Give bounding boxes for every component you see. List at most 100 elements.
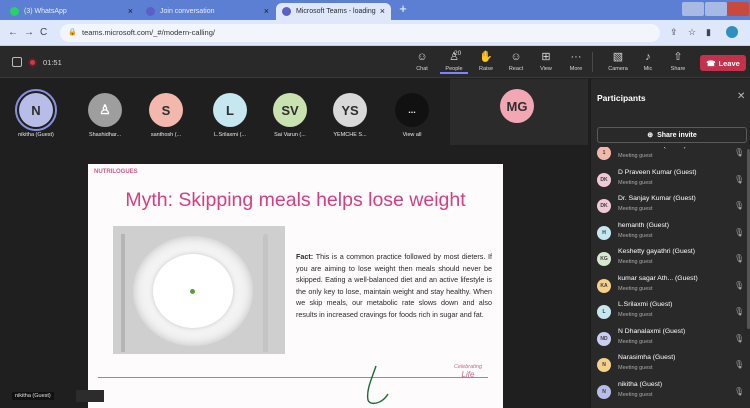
- people-button[interactable]: ♙ 20 People: [440, 50, 468, 74]
- share-button[interactable]: ⇧ Share: [664, 50, 692, 72]
- profile-avatar[interactable]: [726, 26, 738, 38]
- participant-row[interactable]: N Narasimha (Guest) Meeting guest 🎙: [591, 351, 750, 378]
- minimize-button[interactable]: [682, 2, 704, 16]
- presentation-slide: NUTRILOGUES Myth: Skipping meals helps l…: [88, 164, 503, 408]
- participant-list: 1 1.9032267260 (Guest) Meeting guest 🎙 DK D P…: [591, 147, 750, 408]
- participant-role: Meeting guest: [618, 206, 653, 212]
- shield-icon: [12, 57, 22, 67]
- url-field[interactable]: 🔒 teams.microsoft.com/_#/modern-calling/: [60, 24, 660, 42]
- participant-row[interactable]: DK D Praveen Kumar (Guest) Meeting guest 🎙: [591, 166, 750, 193]
- avatar: YS: [333, 93, 367, 127]
- participant-role: Meeting guest: [618, 153, 653, 159]
- browser-tab-teams[interactable]: Microsoft Teams - loading ×: [276, 3, 391, 20]
- chat-button[interactable]: ☺ Chat: [408, 50, 436, 72]
- participant-tile[interactable]: ♙ Shashidhar...: [80, 79, 130, 138]
- grid-icon: ⊞: [541, 51, 551, 63]
- participant-row[interactable]: KA kumar sagar Ath... (Guest) Meeting gues…: [591, 272, 750, 299]
- participant-tile[interactable]: N nikitha (Guest): [12, 79, 60, 138]
- view-all-label: View all: [402, 132, 422, 138]
- new-tab-button[interactable]: +: [396, 2, 410, 17]
- self-view-controls[interactable]: [76, 390, 104, 402]
- avatar: H: [597, 225, 611, 240]
- share-page-icon[interactable]: ⇪: [670, 27, 678, 38]
- participant-name: Keshetty gayathri (Guest): [618, 248, 696, 255]
- bookmark-star-icon[interactable]: ☆: [688, 27, 696, 38]
- participant-name: N Dhanalaxmi (Guest): [618, 327, 686, 335]
- close-icon[interactable]: ×: [380, 6, 385, 16]
- participant-row[interactable]: DK Dr. Sanjay Kumar (Guest) Meeting guest 🎙: [591, 192, 750, 219]
- slide-logo: NUTRILOGUES: [94, 169, 138, 175]
- participant-tile[interactable]: S santhosh (...: [140, 79, 192, 138]
- participant-row[interactable]: KG Keshetty gayathri (Guest) Meeting guest…: [591, 245, 750, 272]
- view-button[interactable]: ⊞ View: [532, 50, 560, 72]
- avatar: ND: [597, 331, 611, 346]
- more-button[interactable]: ··· More: [562, 50, 590, 72]
- participant-row[interactable]: Hhemanth (Guest) Meeting guest 🎙: [591, 219, 750, 246]
- participant-tile[interactable]: L L.Srilaxmi (...: [204, 79, 256, 138]
- participant-name: nikitha (Guest): [18, 132, 54, 138]
- browser-tab-join[interactable]: Join conversation ×: [140, 3, 275, 20]
- mic-off-icon: 🎙: [734, 174, 745, 184]
- whatsapp-icon: [10, 7, 19, 16]
- participant-tile[interactable]: SV Sai Varun (...: [264, 79, 316, 138]
- browser-tab-strip: (3) WhatsApp × Join conversation × Micro…: [0, 0, 750, 20]
- close-icon[interactable]: ×: [128, 6, 133, 16]
- self-view-label: nikitha (Guest): [12, 392, 54, 400]
- teams-icon: [146, 7, 155, 16]
- participant-role: Meeting guest: [618, 285, 653, 292]
- reload-icon[interactable]: C: [40, 27, 47, 38]
- tab-title: Microsoft Teams - loading: [296, 8, 376, 15]
- participant-row[interactable]: L L.Srilaxmi (Guest) Meeting guest 🎙: [591, 298, 750, 325]
- phone-hangup-icon: ☎: [706, 58, 716, 68]
- mic-off-icon: 🎙: [734, 307, 745, 316]
- forward-icon[interactable]: →: [24, 27, 34, 38]
- url-text: teams.microsoft.com/_#/modern-calling/: [82, 28, 215, 37]
- avatar: N: [597, 384, 611, 399]
- participants-panel: Participants ✕ ⊕ Share invite 1 1.9032267…: [590, 79, 750, 408]
- more-icon: ···: [570, 51, 582, 63]
- avatar: DK: [597, 172, 611, 187]
- participant-name: YEMCHE S...: [333, 132, 367, 138]
- close-icon[interactable]: ×: [264, 6, 269, 16]
- mic-button[interactable]: ♪ Mic: [634, 50, 662, 72]
- participant-tile[interactable]: YS YEMCHE S...: [322, 79, 378, 138]
- window-close-button[interactable]: [727, 2, 749, 16]
- fork-shape: [121, 234, 125, 352]
- camera-button[interactable]: ▧ Camera: [604, 50, 632, 72]
- participant-name: 1.9032267260 (Guest): [618, 147, 686, 149]
- browser-tab-whatsapp[interactable]: (3) WhatsApp ×: [4, 3, 139, 20]
- participant-row[interactable]: ND N Dhanalaxmi (Guest) Meeting guest 🎙: [591, 325, 750, 352]
- avatar: MG: [500, 89, 534, 123]
- person-icon: ♙: [88, 93, 122, 127]
- avatar: N: [597, 358, 611, 372]
- avatar: S: [149, 93, 183, 127]
- sidebar-icon[interactable]: ▮: [706, 27, 711, 38]
- tab-title: Join conversation: [160, 8, 215, 15]
- participant-role: Meeting guest: [618, 365, 653, 371]
- plate-image: [113, 226, 285, 354]
- maximize-button[interactable]: [705, 2, 727, 16]
- participant-name: Narasimha (Guest): [618, 354, 676, 361]
- leave-button[interactable]: ☎ Leave: [700, 55, 746, 71]
- participant-role: Meeting guest: [618, 338, 653, 345]
- featured-participant-tile[interactable]: MG: [450, 79, 588, 145]
- view-all-button[interactable]: ... View all: [390, 79, 434, 138]
- participant-row[interactable]: 1 1.9032267260 (Guest) Meeting guest 🎙: [591, 147, 750, 166]
- participant-name: L.Srilaxmi (Guest): [618, 301, 673, 308]
- raise-hand-button[interactable]: ✋ Raise: [472, 50, 500, 72]
- panel-title: Participants: [597, 93, 646, 103]
- close-icon[interactable]: ✕: [737, 91, 745, 102]
- participant-name: Dr. Sanjay Kumar (Guest): [618, 195, 696, 202]
- teams-icon: [282, 7, 291, 16]
- mic-off-icon: 🎙: [734, 148, 745, 157]
- react-button[interactable]: ☺ React: [502, 50, 530, 72]
- participant-role: Meeting guest: [618, 232, 653, 239]
- back-icon[interactable]: ←: [8, 27, 18, 38]
- pen-annotation: [366, 365, 389, 405]
- participant-row[interactable]: Nnikitha (Guest) Meeting guest 🎙: [591, 378, 750, 405]
- plate-inner-shape: [153, 254, 233, 328]
- fact-text: This is a common practice followed by mo…: [296, 252, 492, 319]
- share-invite-button[interactable]: ⊕ Share invite: [597, 127, 747, 143]
- fact-label: Fact:: [296, 252, 314, 261]
- avatar: N: [15, 89, 57, 131]
